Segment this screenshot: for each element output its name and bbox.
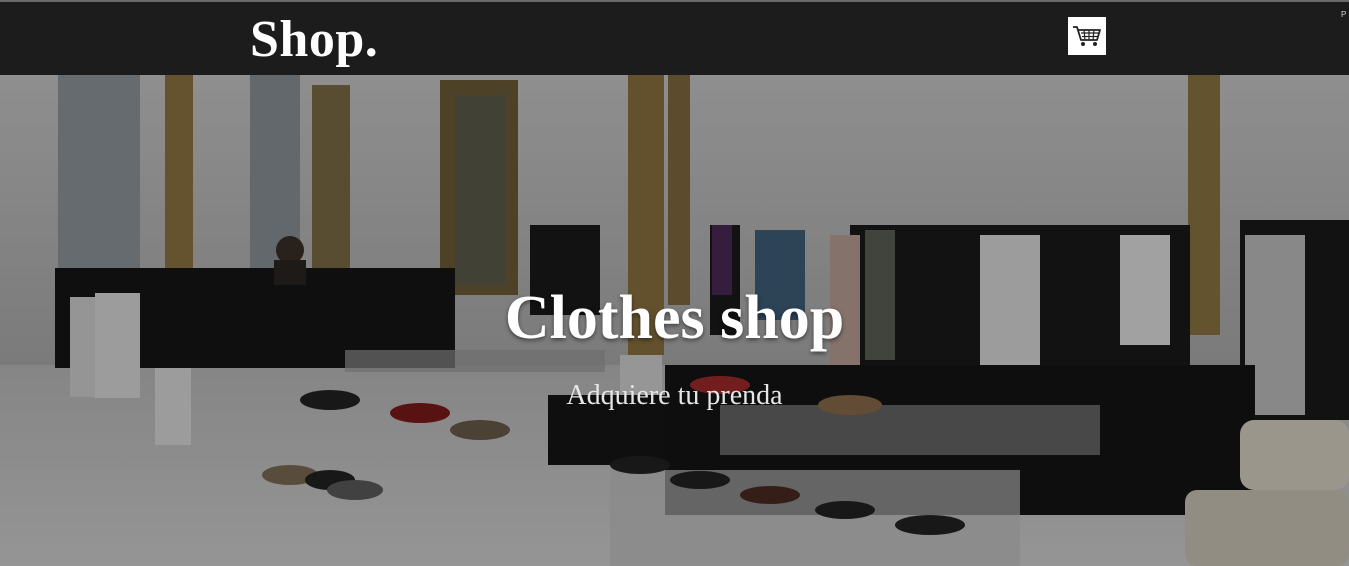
hero-subtitle: Adquiere tu prenda bbox=[566, 380, 783, 411]
brand-logo[interactable]: Shop. bbox=[250, 10, 378, 70]
edge-text: P bbox=[1341, 10, 1347, 19]
cart-button[interactable] bbox=[1068, 17, 1106, 55]
navbar: Shop. P bbox=[0, 2, 1349, 75]
shopping-cart-icon bbox=[1073, 26, 1101, 46]
hero-banner: Clothes shop Adquiere tu prenda bbox=[0, 75, 1349, 566]
hero-title: Clothes shop bbox=[504, 284, 845, 352]
